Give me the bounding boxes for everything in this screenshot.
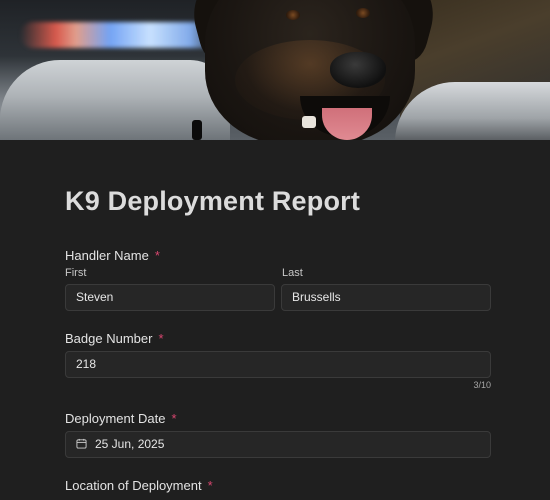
last-name-input[interactable]: Brussells xyxy=(281,284,491,311)
calendar-icon xyxy=(76,439,87,449)
location-label-text: Location of Deployment xyxy=(65,478,202,493)
handler-name-label-text: Handler Name xyxy=(65,248,149,263)
police-lights xyxy=(20,22,220,48)
dog-teeth xyxy=(302,116,316,128)
first-name-input[interactable]: Steven xyxy=(65,284,275,311)
deployment-date-label-text: Deployment Date xyxy=(65,411,166,426)
required-marker: * xyxy=(207,478,213,493)
dog-eye-left xyxy=(286,10,300,20)
handler-name-label: Handler Name * xyxy=(65,248,160,263)
first-name-label: First xyxy=(65,267,87,279)
required-marker: * xyxy=(158,331,164,346)
badge-number-label: Badge Number * xyxy=(65,331,164,346)
deployment-date-label: Deployment Date * xyxy=(65,411,177,426)
dog-collar xyxy=(192,120,202,140)
dog-nose xyxy=(330,52,386,88)
dog-eye-right xyxy=(356,8,370,18)
last-name-label: Last xyxy=(282,267,303,279)
badge-number-label-text: Badge Number xyxy=(65,331,153,346)
required-marker: * xyxy=(171,411,177,426)
badge-number-counter: 3/10 xyxy=(473,380,491,390)
header-photo xyxy=(0,0,550,140)
badge-number-input[interactable]: 218 xyxy=(65,351,491,378)
location-label: Location of Deployment * xyxy=(65,478,213,493)
required-marker: * xyxy=(154,248,160,263)
deployment-date-input[interactable]: 25 Jun, 2025 xyxy=(65,431,491,458)
form-title: K9 Deployment Report xyxy=(65,186,361,216)
deployment-date-value: 25 Jun, 2025 xyxy=(95,437,165,451)
